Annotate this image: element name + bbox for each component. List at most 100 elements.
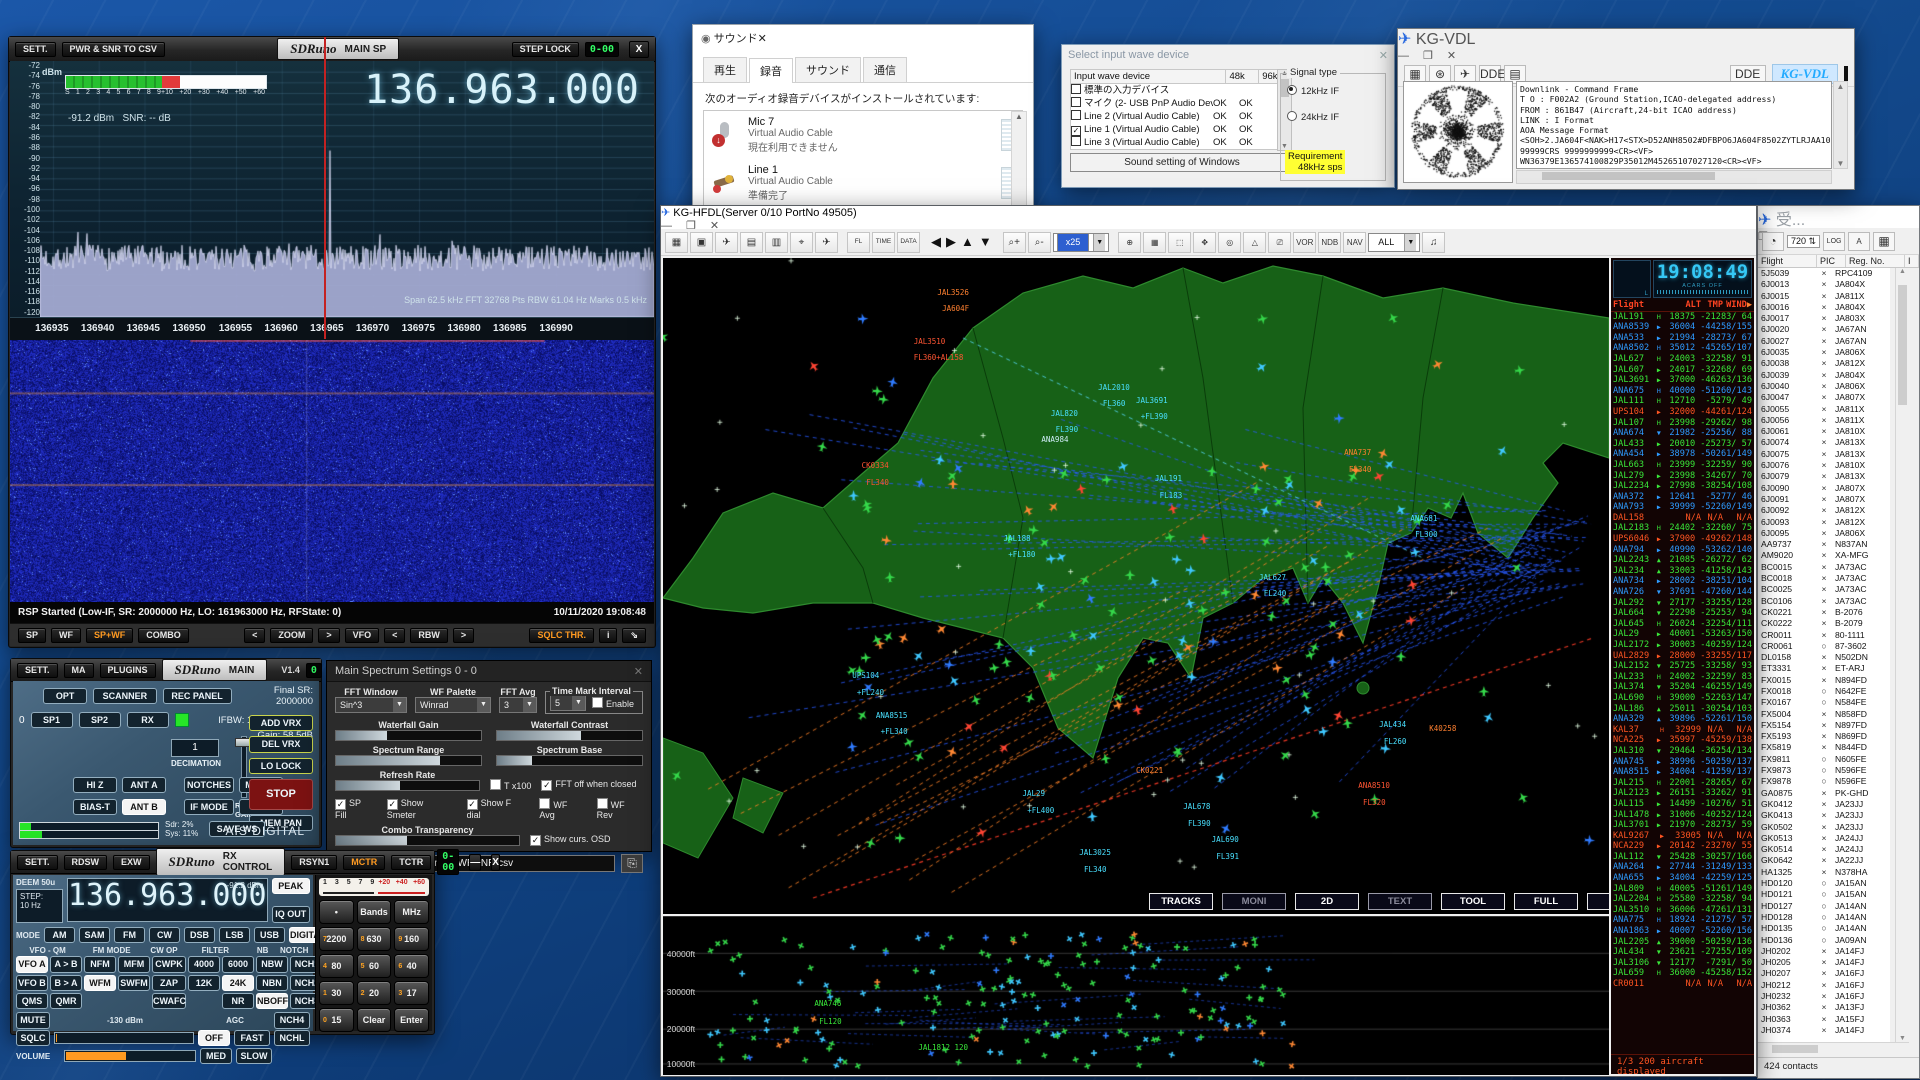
- device-checkbox[interactable]: [1071, 136, 1081, 146]
- nch4-button[interactable]: NCH4: [274, 1012, 310, 1028]
- mode-button[interactable]: DSB: [184, 927, 215, 943]
- nbn-button[interactable]: NBN: [256, 975, 288, 991]
- flight-row[interactable]: JAL233H 24002-32 259/ 83: [1611, 672, 1754, 683]
- spectrum-range-slider[interactable]: [335, 755, 482, 766]
- sp-wf-button[interactable]: SP+WF: [86, 628, 133, 643]
- decimation-value[interactable]: 1: [171, 739, 219, 757]
- flight-row[interactable]: NCA229▶ 20142-23 270/ 55: [1611, 841, 1754, 852]
- zoom-level-dropdown[interactable]: x25▼: [1053, 233, 1110, 252]
- wave-close-button[interactable]: ✕: [1379, 49, 1388, 62]
- contact-row[interactable]: ET3331×ET-ARJ: [1758, 663, 1890, 674]
- hf-tool-icon[interactable]: ⊕: [1118, 232, 1141, 253]
- combo-button[interactable]: COMBO: [138, 628, 189, 643]
- sound-close-button[interactable]: ✕: [758, 32, 767, 45]
- sound-toggle-icon[interactable]: ♫: [1422, 232, 1445, 253]
- filter-dropdown[interactable]: ALL▼: [1368, 233, 1420, 252]
- contact-row[interactable]: 6J0013×JA804X: [1758, 279, 1890, 290]
- kghfdl-close-button[interactable]: ✕: [710, 219, 719, 232]
- contacts-list[interactable]: 5J5039×RPC4109 6J0013×JA804X 6J0015×JA81…: [1758, 268, 1890, 1042]
- contact-row[interactable]: JH0205×JA14FJ: [1758, 957, 1890, 968]
- contact-row[interactable]: HD0135○JA14AN: [1758, 923, 1890, 934]
- fft-window-select[interactable]: Sin^3▼: [335, 697, 407, 713]
- flight-row[interactable]: DAL158 N/AN/A N/A: [1611, 513, 1754, 524]
- contact-row[interactable]: HD0120○JA15AN: [1758, 878, 1890, 889]
- hf-tool-icon[interactable]: ⬚: [1168, 232, 1191, 253]
- contact-row[interactable]: GK0514×JA24JJ: [1758, 844, 1890, 855]
- flight-row[interactable]: JAL663H 23999-32 259/ 90: [1611, 460, 1754, 471]
- contact-row[interactable]: 6J0092×JA812X: [1758, 505, 1890, 516]
- wf-gain-slider[interactable]: [335, 730, 482, 741]
- filter-6000-button[interactable]: 6000: [222, 956, 254, 972]
- keypad-button[interactable]: Enter: [394, 1008, 429, 1032]
- contact-row[interactable]: CR0011×80-1111: [1758, 630, 1890, 641]
- bias-t-button[interactable]: BIAS-T: [73, 799, 117, 815]
- flight-row[interactable]: ANA533▶ 21994-28 273/ 67: [1611, 333, 1754, 344]
- kgvdl-maximize-button[interactable]: ❐: [1423, 49, 1433, 62]
- contact-row[interactable]: 6J0027×JA67AN: [1758, 336, 1890, 347]
- flight-row[interactable]: JAL3691▶ 37000-46 263/136: [1611, 375, 1754, 386]
- hf-tool-icon[interactable]: ▣: [690, 232, 713, 253]
- cwafc-button[interactable]: CWAFC: [152, 993, 186, 1009]
- flight-row[interactable]: KAL9267▶ 33005N/A N/A: [1611, 831, 1754, 842]
- windows-sound-setting-button[interactable]: Sound setting of Windows: [1070, 153, 1294, 172]
- flight-row[interactable]: ANA793▶ 39999-52 260/149: [1611, 502, 1754, 513]
- flight-row[interactable]: UAL2829▶ 28000-33 255/117: [1611, 651, 1754, 662]
- hf-tool-icon[interactable]: ▦: [665, 232, 688, 253]
- flight-row[interactable]: JAL115▶ 14499-10 276/ 51: [1611, 799, 1754, 810]
- contact-row[interactable]: 6J0035×JA806X: [1758, 347, 1890, 358]
- col-flight[interactable]: Flight: [1758, 255, 1817, 267]
- zoom-button[interactable]: ⌕+: [1003, 232, 1026, 253]
- settings-close-button[interactable]: ✕: [634, 665, 643, 678]
- a-to-b-button[interactable]: A > B: [50, 956, 82, 972]
- flight-row[interactable]: JAL2204H 25580-32 258/ 94: [1611, 894, 1754, 905]
- qmr-button[interactable]: QMR: [50, 993, 82, 1009]
- mute-button[interactable]: MUTE: [16, 1012, 50, 1028]
- nbw-button[interactable]: NBW: [256, 956, 288, 972]
- contacts-vscrollbar[interactable]: ▲▼: [1895, 268, 1909, 1042]
- contacts-hscrollbar[interactable]: [1758, 1042, 1909, 1056]
- mode-button[interactable]: FM: [114, 927, 145, 943]
- contact-row[interactable]: HD0127○JA14AN: [1758, 901, 1890, 912]
- flight-row[interactable]: JAL2183H 24402-32 260/ 75: [1611, 523, 1754, 534]
- wfm-button[interactable]: WFM: [84, 975, 116, 991]
- keypad-button[interactable]: 130: [319, 981, 354, 1005]
- zoom-button[interactable]: ⌕-: [1028, 232, 1051, 253]
- scanner-button[interactable]: SCANNER: [93, 688, 156, 704]
- hf-toggle-icon[interactable]: TIME: [872, 232, 895, 253]
- col-reg[interactable]: Reg. No.: [1846, 255, 1905, 267]
- exw-button[interactable]: EXW: [113, 855, 150, 870]
- hf-tool-icon[interactable]: ⎚: [1268, 232, 1291, 253]
- flight-row[interactable]: JAL627H 24003-32 258/ 91: [1611, 354, 1754, 365]
- radio-24khz[interactable]: 24kHz IF: [1287, 111, 1379, 123]
- fft-off-checkbox[interactable]: FFT off when closed: [541, 779, 636, 791]
- contact-row[interactable]: GK0642×JA22JJ: [1758, 855, 1890, 866]
- spectrum-display[interactable]: -72-74-76-78-80-82-84-86-88-90-92-94-96-…: [10, 61, 654, 317]
- map-mode-button[interactable]: FULL: [1514, 893, 1578, 910]
- font-icon[interactable]: A: [1848, 232, 1870, 251]
- flight-row[interactable]: JAL1478▶ 31006-40 252/124: [1611, 810, 1754, 821]
- keypad-button[interactable]: Bands: [357, 900, 392, 924]
- peak-button[interactable]: PEAK: [272, 878, 310, 894]
- contact-row[interactable]: FX0018○N642FE: [1758, 686, 1890, 697]
- flight-row[interactable]: JAL659H 36000-45 258/152: [1611, 968, 1754, 979]
- col-extra[interactable]: I: [1905, 255, 1919, 267]
- kgvdl-minimize-button[interactable]: —: [1398, 50, 1409, 62]
- contact-row[interactable]: HD0136○JA09AN: [1758, 935, 1890, 946]
- contact-row[interactable]: FX5819×N844FD: [1758, 742, 1890, 753]
- contact-row[interactable]: DL0158×N502DN: [1758, 652, 1890, 663]
- tab-communication[interactable]: 通信: [863, 57, 907, 82]
- nboff-button[interactable]: NBOFF: [256, 993, 288, 1009]
- volume-slider[interactable]: [64, 1050, 196, 1062]
- contact-row[interactable]: 6J0047×JA807X: [1758, 392, 1890, 403]
- qms-button[interactable]: QMS: [16, 993, 48, 1009]
- wave-device-row[interactable]: Line 1 (Virtual Audio Cable) OK OK: [1071, 123, 1291, 136]
- vdl-message-log[interactable]: Downlink - Command FrameT O : F002A2 (Gr…: [1516, 81, 1832, 169]
- wf-rev-checkbox[interactable]: WF Rev: [597, 798, 643, 820]
- flight-row[interactable]: ANA8539▶ 36004-44 258/155: [1611, 322, 1754, 333]
- agc-med-button[interactable]: MED: [200, 1048, 232, 1064]
- filter-24k-button[interactable]: 24K: [222, 975, 254, 991]
- flight-row[interactable]: ANA454▶ 38978-50 261/149: [1611, 449, 1754, 460]
- flight-row[interactable]: JAL215H 22001-28 265/ 67: [1611, 778, 1754, 789]
- keypad-button[interactable]: 220: [357, 981, 392, 1005]
- device-row[interactable]: Mic 7 Virtual Audio Cable 現在利用できません: [704, 111, 1022, 159]
